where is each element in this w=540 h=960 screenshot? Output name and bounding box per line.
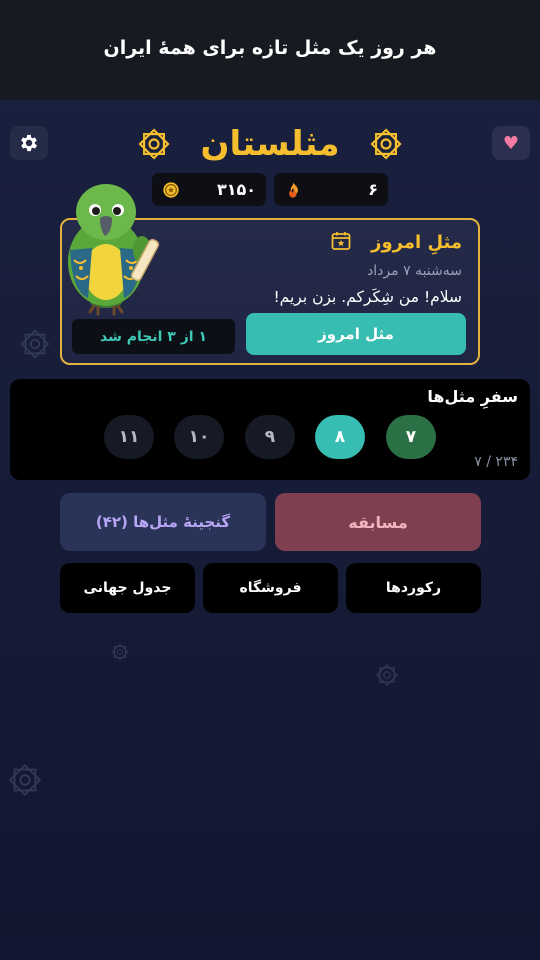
level-node-locked[interactable]: ۹ — [245, 415, 295, 459]
daily-date: سه‌شنبه ۷ مرداد — [367, 263, 462, 279]
star-ornament-icon — [370, 128, 402, 160]
level-node-current[interactable]: ۸ — [315, 415, 365, 459]
journey-title: سفرِ مثل‌ها — [427, 387, 518, 406]
background-ornament-icon — [20, 329, 50, 359]
app-header: مثلستان — [0, 118, 540, 170]
proverb-journey: سفرِ مثل‌ها ۷ ۸ ۹ ۱۰ ۱۱ ۷ / ۲۳۴ — [10, 379, 530, 480]
star-ornament-icon — [138, 128, 170, 160]
calendar-star-icon — [331, 232, 351, 250]
level-node-locked[interactable]: ۱۰ — [174, 415, 224, 459]
flame-icon — [289, 181, 298, 198]
journey-progress-count: ۷ / ۲۳۴ — [474, 454, 518, 470]
coins-value: ۳۱۵۰ — [216, 180, 256, 199]
background-ornament-icon — [375, 663, 399, 687]
background-ornament-icon — [111, 643, 129, 661]
level-node-done[interactable]: ۷ — [386, 415, 436, 459]
tagline: هر روز یک مثل تازه برای همهٔ ایران — [103, 37, 437, 59]
mascot-greeting: سلام! من شِکَرکم. بزن بریم! — [273, 288, 462, 306]
leaderboard-button[interactable]: جدول جهانی — [60, 563, 195, 613]
background-ornament-icon — [8, 763, 42, 797]
streak-value: ۶ — [368, 180, 378, 199]
contest-button[interactable]: مسابقه — [275, 493, 481, 551]
shop-button[interactable]: فروشگاه — [203, 563, 338, 613]
records-button[interactable]: رکوردها — [346, 563, 481, 613]
daily-progress-badge: ۱ از ۳ انجام شد — [72, 319, 235, 354]
daily-proverb-button[interactable]: مثل امروز — [246, 313, 466, 355]
streak-counter[interactable]: ۶ — [274, 173, 388, 206]
app-title: مثلستان — [200, 124, 340, 164]
level-node-locked[interactable]: ۱۱ — [104, 415, 154, 459]
top-banner: هر روز یک مثل تازه برای همهٔ ایران — [0, 0, 540, 100]
daily-title: مثلِ امروز — [371, 232, 462, 253]
treasury-button[interactable]: گنجینهٔ مثل‌ها (۴۲) — [60, 493, 266, 551]
parrot-mascot — [68, 184, 160, 316]
